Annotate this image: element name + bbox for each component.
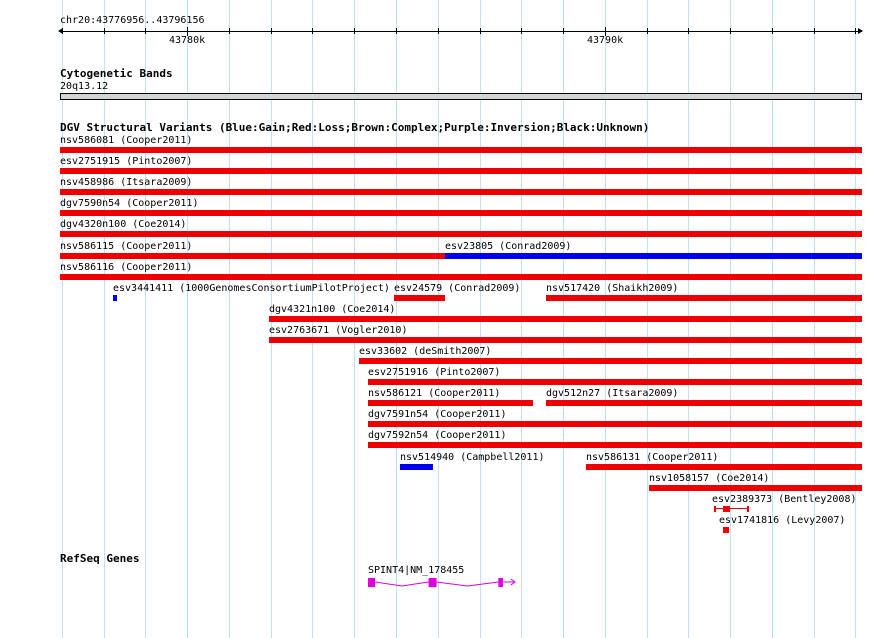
refseq-exon[interactable] <box>428 578 437 587</box>
refseq-exon[interactable] <box>498 578 503 587</box>
refseq-intron <box>436 581 499 587</box>
genome-browser-track-panel: chr20:43776956..43796156 43780k 43790k Cy… <box>0 0 890 638</box>
refseq-gene-model[interactable] <box>0 0 890 638</box>
refseq-intron <box>375 581 429 587</box>
refseq-exon[interactable] <box>368 578 376 587</box>
